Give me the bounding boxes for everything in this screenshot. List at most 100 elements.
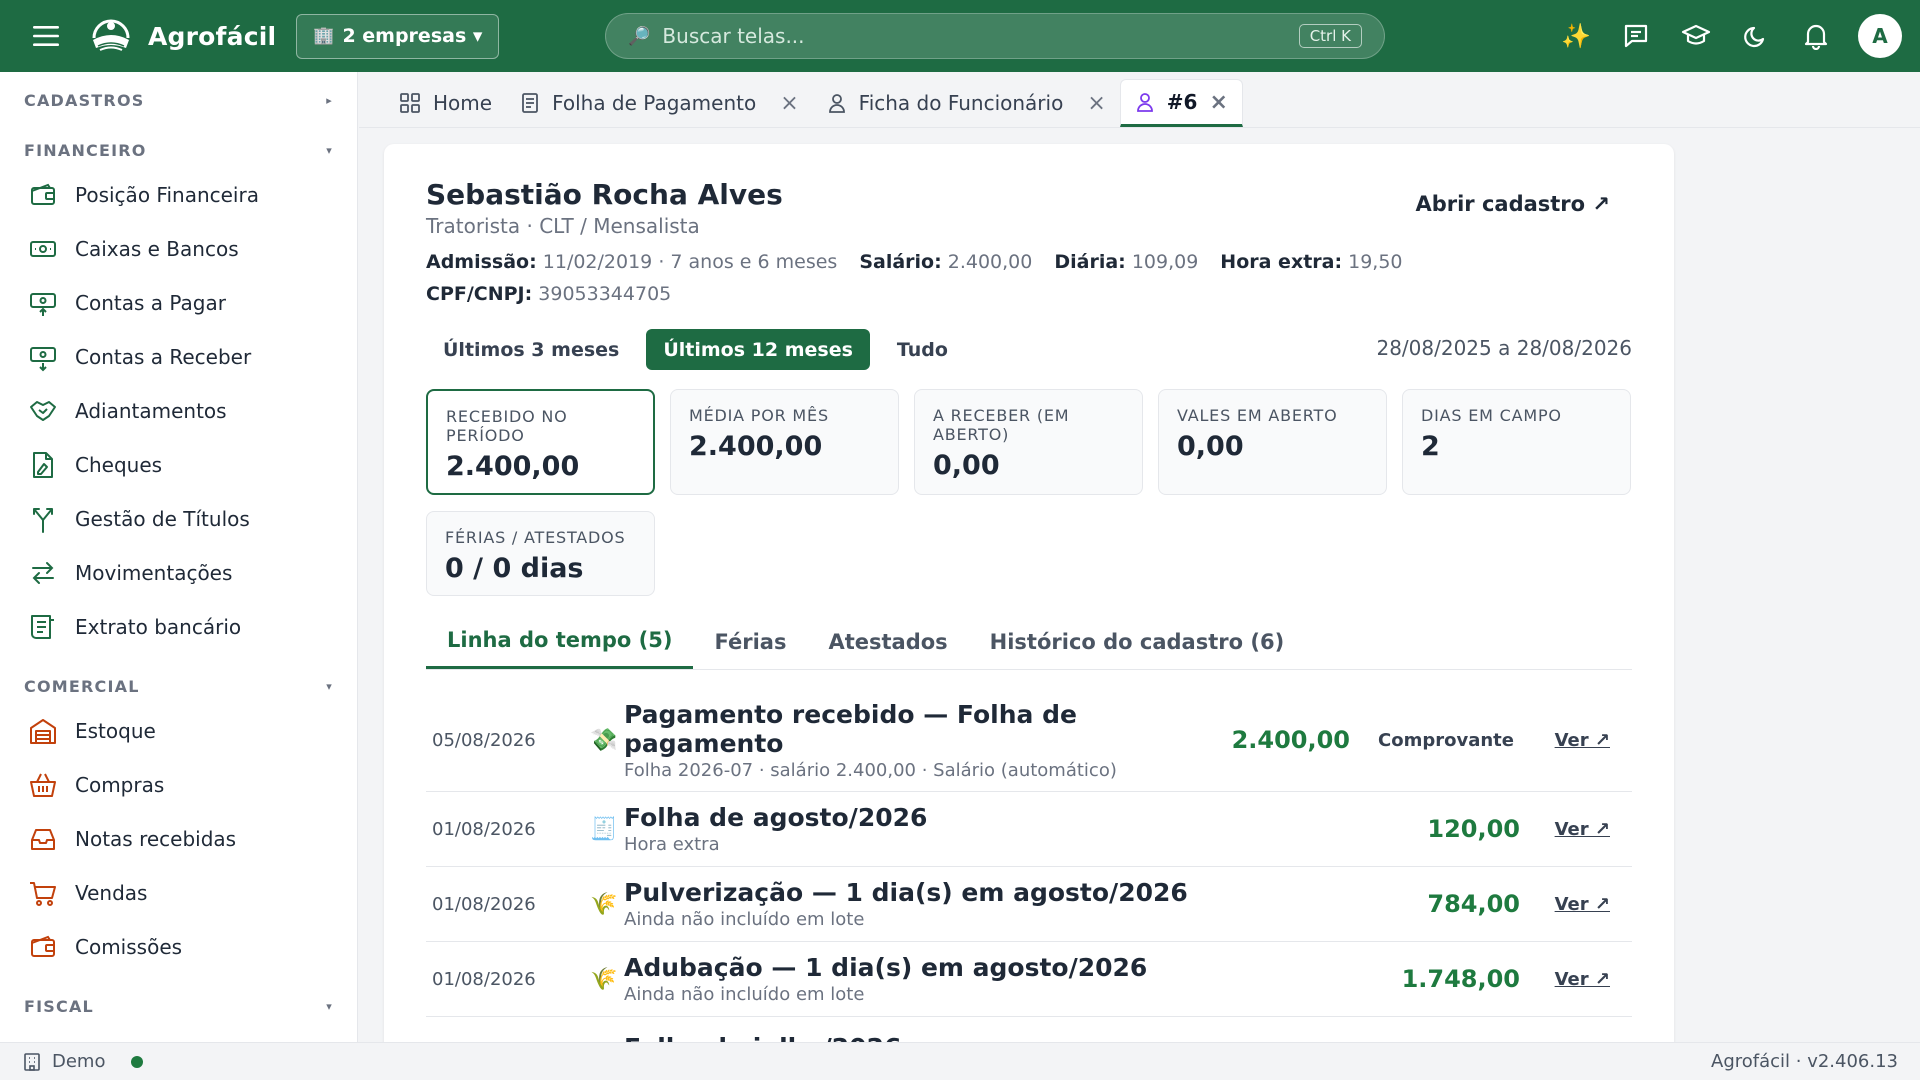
sidebar-item-compras[interactable]: Compras bbox=[0, 758, 357, 812]
chevron-down-icon: ▾ bbox=[326, 999, 333, 1013]
sidebar-item-label: Gestão de Títulos bbox=[75, 507, 250, 531]
sidebar-item-label: Vendas bbox=[75, 881, 148, 905]
subtab-vacations[interactable]: Férias bbox=[693, 614, 807, 669]
app-logo[interactable]: Agrofácil bbox=[88, 16, 276, 56]
document-icon bbox=[522, 93, 538, 113]
open-registration-link[interactable]: Abrir cadastro ↗ bbox=[1415, 192, 1610, 216]
sidebar-item-label: Posição Financeira bbox=[75, 183, 259, 207]
sidebar-item-cheques[interactable]: Cheques bbox=[0, 438, 357, 492]
notifications-bell-icon[interactable] bbox=[1794, 14, 1838, 58]
sidebar-item-caixas-e-bancos[interactable]: Caixas e Bancos bbox=[0, 222, 357, 276]
user-avatar[interactable]: A bbox=[1858, 14, 1902, 58]
subtab-timeline[interactable]: Linha do tempo (5) bbox=[426, 614, 694, 669]
filter-all[interactable]: Tudo bbox=[880, 329, 965, 370]
close-icon[interactable]: × bbox=[1209, 90, 1227, 115]
timeline-row[interactable]: 01/08/2026 🧾 Folha de agosto/2026 Hora e… bbox=[426, 792, 1632, 867]
environment-indicator[interactable]: Demo bbox=[22, 1051, 144, 1072]
sidebar-item-contas-a-receber[interactable]: Contas a Receber bbox=[0, 330, 357, 384]
timeline-title: Adubação — 1 dia(s) em agosto/2026 bbox=[624, 953, 1148, 982]
close-icon[interactable]: × bbox=[780, 91, 798, 116]
view-link[interactable]: Ver ↗ bbox=[1555, 969, 1610, 990]
admission-info: Admissão: 11/02/2019 · 7 anos e 6 meses bbox=[426, 251, 837, 273]
tab-employee-6[interactable]: #6 × bbox=[1119, 79, 1243, 127]
filter-last-12-months[interactable]: Últimos 12 meses bbox=[646, 329, 870, 370]
sidebar-item-label: Movimentações bbox=[75, 561, 233, 585]
timeline-list: 05/08/2026 💸 Pagamento recebido — Folha … bbox=[426, 689, 1632, 1064]
document-info-line: CPF/CNPJ: 39053344705 bbox=[426, 283, 671, 305]
sidebar-item-extrato-bancario[interactable]: Extrato bancário bbox=[0, 600, 357, 654]
kpi-value: 0,00 bbox=[933, 450, 1000, 481]
view-link[interactable]: Ver ↗ bbox=[1555, 730, 1610, 751]
timeline-date: 01/08/2026 bbox=[432, 968, 536, 990]
timeline-title: Folha de agosto/2026 bbox=[624, 803, 928, 832]
agrofacil-logo-icon bbox=[92, 19, 130, 51]
kpi-open-vouchers[interactable]: Vales em aberto 0,00 bbox=[1158, 389, 1387, 495]
chevron-down-icon: ▾ bbox=[326, 679, 333, 693]
wallet-icon bbox=[31, 183, 55, 205]
view-link[interactable]: Ver ↗ bbox=[1555, 819, 1610, 840]
sidebar-item-posicao-financeira[interactable]: Posição Financeira bbox=[0, 168, 357, 222]
close-icon[interactable]: × bbox=[1087, 91, 1105, 116]
sidebar-item-label: Caixas e Bancos bbox=[75, 237, 239, 261]
tab-label: Home bbox=[433, 91, 493, 115]
kpi-field-days[interactable]: Dias em campo 2 bbox=[1402, 389, 1631, 495]
chat-icon[interactable] bbox=[1614, 14, 1658, 58]
kpi-label: Média por mês bbox=[689, 406, 829, 425]
sidebar-item-adiantamentos[interactable]: Adiantamentos bbox=[0, 384, 357, 438]
subtab-certificates[interactable]: Atestados bbox=[807, 614, 968, 669]
timeline-row[interactable]: 05/08/2026 💸 Pagamento recebido — Folha … bbox=[426, 689, 1632, 792]
status-footer: Demo Agrofácil · v2.406.13 bbox=[0, 1042, 1920, 1080]
hamburger-menu-icon[interactable] bbox=[24, 14, 68, 58]
sidebar-item-contas-a-pagar[interactable]: Contas a Pagar bbox=[0, 276, 357, 330]
kpi-monthly-average[interactable]: Média por mês 2.400,00 bbox=[670, 389, 899, 495]
sidebar-section-fiscal[interactable]: FISCAL ▾ bbox=[0, 988, 357, 1024]
view-link[interactable]: Ver ↗ bbox=[1555, 894, 1610, 915]
sidebar-item-vendas[interactable]: Vendas bbox=[0, 866, 357, 920]
document-sign-icon bbox=[33, 452, 53, 478]
filter-last-3-months[interactable]: Últimos 3 meses bbox=[426, 329, 636, 370]
sidebar-item-comissoes[interactable]: Comissões bbox=[0, 920, 357, 974]
sparkle-icon[interactable]: ✨ bbox=[1554, 14, 1598, 58]
sidebar-item-label: Extrato bancário bbox=[75, 615, 242, 639]
sidebar-item-notas-recebidas[interactable]: Notas recebidas bbox=[0, 812, 357, 866]
search-input[interactable]: 🔎 Buscar telas... Ctrl K bbox=[605, 13, 1385, 59]
graduation-cap-icon[interactable] bbox=[1674, 14, 1718, 58]
inbox-icon bbox=[31, 829, 55, 850]
timeline-amount: 120,00 bbox=[1427, 815, 1520, 843]
kpi-vacations-certificates[interactable]: Férias / Atestados 0 / 0 dias bbox=[426, 511, 655, 596]
sidebar-section-comercial[interactable]: COMERCIAL ▾ bbox=[0, 668, 357, 704]
timeline-row[interactable]: 01/08/2026 🌾 Adubação — 1 dia(s) em agos… bbox=[426, 942, 1632, 1017]
status-dot bbox=[131, 1055, 144, 1068]
company-selector[interactable]: 🏢 2 empresas ▾ bbox=[296, 13, 500, 59]
sidebar-item-estoque[interactable]: Estoque bbox=[0, 704, 357, 758]
dark-mode-moon-icon[interactable] bbox=[1734, 14, 1778, 58]
tab-home[interactable]: Home bbox=[385, 79, 506, 127]
overtime-info: Hora extra: 19,50 bbox=[1220, 251, 1402, 273]
sidebar-section-cadastros[interactable]: CADASTROS ▸ bbox=[0, 82, 357, 118]
timeline-row[interactable]: 01/08/2026 🌾 Pulverização — 1 dia(s) em … bbox=[426, 867, 1632, 942]
kpi-value: 0,00 bbox=[1177, 431, 1244, 462]
cash-in-icon bbox=[30, 347, 56, 372]
period-filters: Últimos 3 meses Últimos 12 meses Tudo bbox=[426, 329, 965, 370]
employee-detail-card: Sebastião Rocha Alves Tratorista · CLT /… bbox=[384, 144, 1674, 1064]
sidebar-item-movimentacoes[interactable]: Movimentações bbox=[0, 546, 357, 600]
kpi-label: Vales em aberto bbox=[1177, 406, 1338, 425]
receipt-link[interactable]: Comprovante bbox=[1378, 730, 1514, 751]
sidebar-section-financeiro[interactable]: FINANCEIRO ▾ bbox=[0, 132, 357, 168]
section-title: FISCAL bbox=[24, 996, 94, 1016]
kpi-received[interactable]: Recebido no período 2.400,00 bbox=[426, 389, 655, 495]
employee-name: Sebastião Rocha Alves bbox=[426, 178, 783, 211]
user-icon bbox=[828, 94, 845, 113]
daily-info: Diária: 109,09 bbox=[1054, 251, 1198, 273]
tab-label: Ficha do Funcionário bbox=[858, 91, 1064, 115]
kpi-receivable[interactable]: A receber (em aberto) 0,00 bbox=[914, 389, 1143, 495]
sidebar-item-gestao-de-titulos[interactable]: Gestão de Títulos bbox=[0, 492, 357, 546]
tab-label: Folha de Pagamento bbox=[552, 91, 757, 115]
user-icon bbox=[1136, 93, 1153, 112]
subtab-registration-history[interactable]: Histórico do cadastro (6) bbox=[969, 614, 1306, 669]
timeline-subtitle: Hora extra bbox=[624, 834, 720, 855]
tab-folha-de-pagamento[interactable]: Folha de Pagamento × bbox=[506, 79, 813, 127]
employee-info-line: Admissão: 11/02/2019 · 7 anos e 6 meses … bbox=[426, 251, 1403, 273]
tab-ficha-do-funcionario[interactable]: Ficha do Funcionário × bbox=[813, 79, 1120, 127]
kpi-label: Recebido no período bbox=[446, 407, 568, 445]
